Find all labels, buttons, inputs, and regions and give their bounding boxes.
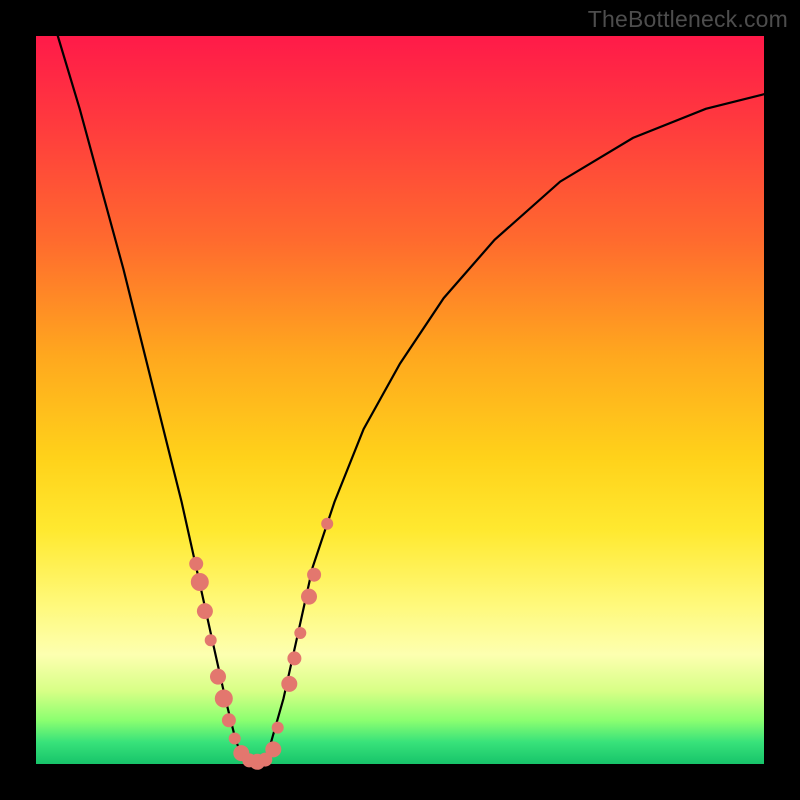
watermark-text: TheBottleneck.com	[588, 6, 788, 33]
bead-point	[215, 690, 233, 708]
bead-group	[189, 518, 333, 770]
bottleneck-curve	[58, 36, 764, 764]
bead-point	[191, 573, 209, 591]
bead-point	[301, 589, 317, 605]
bead-point	[281, 676, 297, 692]
bead-point	[321, 518, 333, 530]
bead-point	[222, 713, 236, 727]
chart-frame: TheBottleneck.com	[0, 0, 800, 800]
bead-point	[307, 568, 321, 582]
curve-svg	[36, 36, 764, 764]
bead-point	[197, 603, 213, 619]
bead-point	[229, 733, 241, 745]
bead-point	[287, 651, 301, 665]
bead-point	[189, 557, 203, 571]
bead-point	[272, 722, 284, 734]
plot-area	[36, 36, 764, 764]
bead-point	[210, 669, 226, 685]
bead-point	[265, 741, 281, 757]
bead-point	[205, 634, 217, 646]
bead-point	[294, 627, 306, 639]
